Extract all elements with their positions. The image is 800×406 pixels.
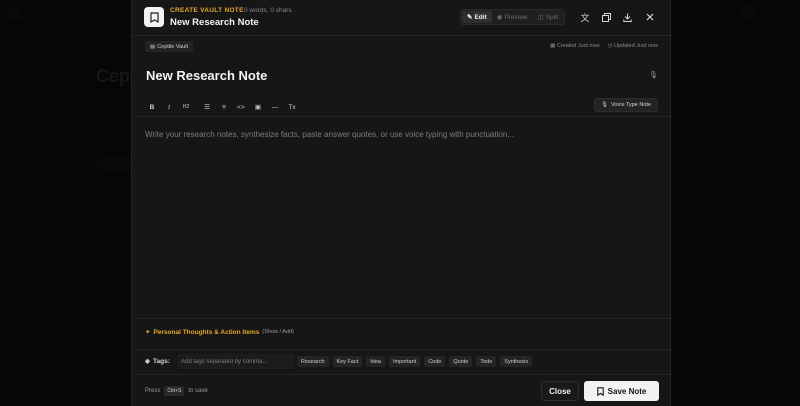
divider-button[interactable]: —	[269, 101, 281, 113]
split-mode-label: Split	[545, 13, 559, 21]
file-icon: ▤	[150, 43, 156, 50]
copy-icon	[601, 12, 611, 22]
press-text: Press	[145, 388, 161, 394]
download-button[interactable]	[619, 9, 635, 25]
tag-icon: ◈	[145, 358, 150, 365]
tags-label: ◈ Tags:	[145, 357, 170, 366]
note-title-input[interactable]: New Research Note	[146, 68, 658, 83]
tag-chip-code[interactable]: Code	[424, 356, 446, 367]
tags-label-text: Tags:	[153, 357, 170, 365]
calendar-icon: ▦	[550, 43, 557, 49]
sparkle-icon: ✦	[145, 329, 151, 336]
personal-thoughts-hint: (Show / Add)	[262, 329, 294, 335]
pencil-icon: ✎	[467, 14, 473, 21]
note-meta-row: ▤ Ceptile Vault ▦ Created Just now ◷ Upd…	[132, 37, 672, 57]
tag-chip-todo[interactable]: Todo	[476, 356, 497, 367]
clear-format-button[interactable]: Tx	[286, 101, 298, 113]
title-row: New Research Note 🎙	[146, 68, 658, 86]
eye-icon: ◉	[496, 14, 503, 21]
split-mode-button[interactable]: ◫ Split	[533, 11, 564, 23]
vault-badge[interactable]: ▤ Ceptile Vault	[145, 41, 193, 52]
editor-placeholder: Write your research notes, synthesize fa…	[145, 130, 514, 139]
microphone-icon[interactable]: 🎙	[649, 71, 658, 79]
created-timestamp: ▦ Created Just now	[550, 43, 600, 49]
bold-button[interactable]: B	[146, 101, 158, 113]
updated-text: Updated Just now	[613, 43, 658, 49]
note-icon	[144, 7, 164, 27]
split-icon: ◫	[537, 14, 544, 21]
bookmark-icon	[596, 386, 604, 396]
bullet-list-button[interactable]: ☰	[201, 101, 213, 113]
code-button[interactable]: <>	[235, 101, 247, 113]
tag-chip-research[interactable]: Research	[297, 356, 329, 367]
keyboard-shortcut: Ctrl+S	[164, 386, 185, 396]
personal-thoughts-toggle[interactable]: ✦ Personal Thoughts & Action Items (Show…	[145, 328, 294, 337]
translate-icon: 文	[580, 12, 590, 23]
tag-chip-important[interactable]: Important	[388, 356, 421, 367]
suggested-tags: Research Key Fact Idea Important Code Qu…	[297, 356, 533, 367]
tag-chip-synthesis[interactable]: Synthesis	[500, 356, 533, 367]
image-button[interactable]: ▣	[252, 101, 264, 113]
personal-thoughts-label: Personal Thoughts & Action Items	[153, 328, 260, 336]
download-icon	[622, 13, 632, 22]
create-note-modal: CREATE VAULT NOTE 0 words, 0 chars New R…	[131, 0, 672, 406]
to-save-text: to save	[188, 388, 208, 394]
save-shortcut-hint: Press Ctrl+S to save	[145, 386, 208, 396]
tag-chip-idea[interactable]: Idea	[366, 356, 385, 367]
modal-header: CREATE VAULT NOTE 0 words, 0 chars New R…	[132, 0, 672, 36]
edit-mode-button[interactable]: ✎ Edit	[462, 11, 492, 23]
close-icon	[646, 13, 654, 21]
preview-mode-button[interactable]: ◉ Preview	[492, 11, 533, 23]
voice-type-button[interactable]: 🎙 Voice Type Note	[594, 98, 658, 112]
timestamps: ▦ Created Just now ◷ Updated Just now	[550, 43, 658, 49]
edit-mode-label: Edit	[474, 13, 487, 21]
vault-name: Ceptile Vault	[157, 43, 188, 50]
heading-button[interactable]: H2	[180, 101, 192, 113]
save-note-button[interactable]: Save Note	[584, 381, 659, 401]
modal-kicker: CREATE VAULT NOTE	[170, 7, 244, 14]
preview-mode-label: Preview	[504, 13, 528, 21]
note-editor[interactable]: Write your research notes, synthesize fa…	[145, 130, 659, 315]
numbered-list-button[interactable]: ≡	[218, 101, 230, 113]
tag-chip-key-fact[interactable]: Key Fact	[332, 356, 363, 367]
translate-button[interactable]: 文	[577, 9, 593, 25]
close-button[interactable]: Close	[541, 381, 579, 401]
tags-row: ◈ Tags: Research Key Fact Idea Important…	[132, 349, 672, 373]
modal-title: New Research Note	[170, 17, 259, 28]
close-modal-button[interactable]	[642, 9, 658, 25]
save-note-label: Save Note	[607, 386, 647, 396]
tag-chip-quote[interactable]: Quote	[449, 356, 473, 367]
italic-button[interactable]: I	[163, 101, 175, 113]
view-mode-toggle: ✎ Edit ◉ Preview ◫ Split	[460, 9, 566, 25]
personal-thoughts-section[interactable]: ✦ Personal Thoughts & Action Items (Show…	[132, 318, 672, 348]
copy-button[interactable]	[598, 9, 614, 25]
word-count: 0 words, 0 chars	[244, 7, 292, 14]
created-text: Created Just now	[556, 43, 600, 49]
voice-type-label: Voice Type Note	[611, 102, 651, 108]
microphone-icon: 🎙	[601, 102, 609, 108]
formatting-toolbar: B I H2 ☰ ≡ <> ▣ — Tx 🎙 Voice Type Note	[132, 97, 672, 117]
modal-footer: Press Ctrl+S to save Close Save Note	[132, 374, 672, 406]
tags-input[interactable]	[177, 354, 295, 369]
updated-timestamp: ◷ Updated Just now	[608, 43, 658, 49]
